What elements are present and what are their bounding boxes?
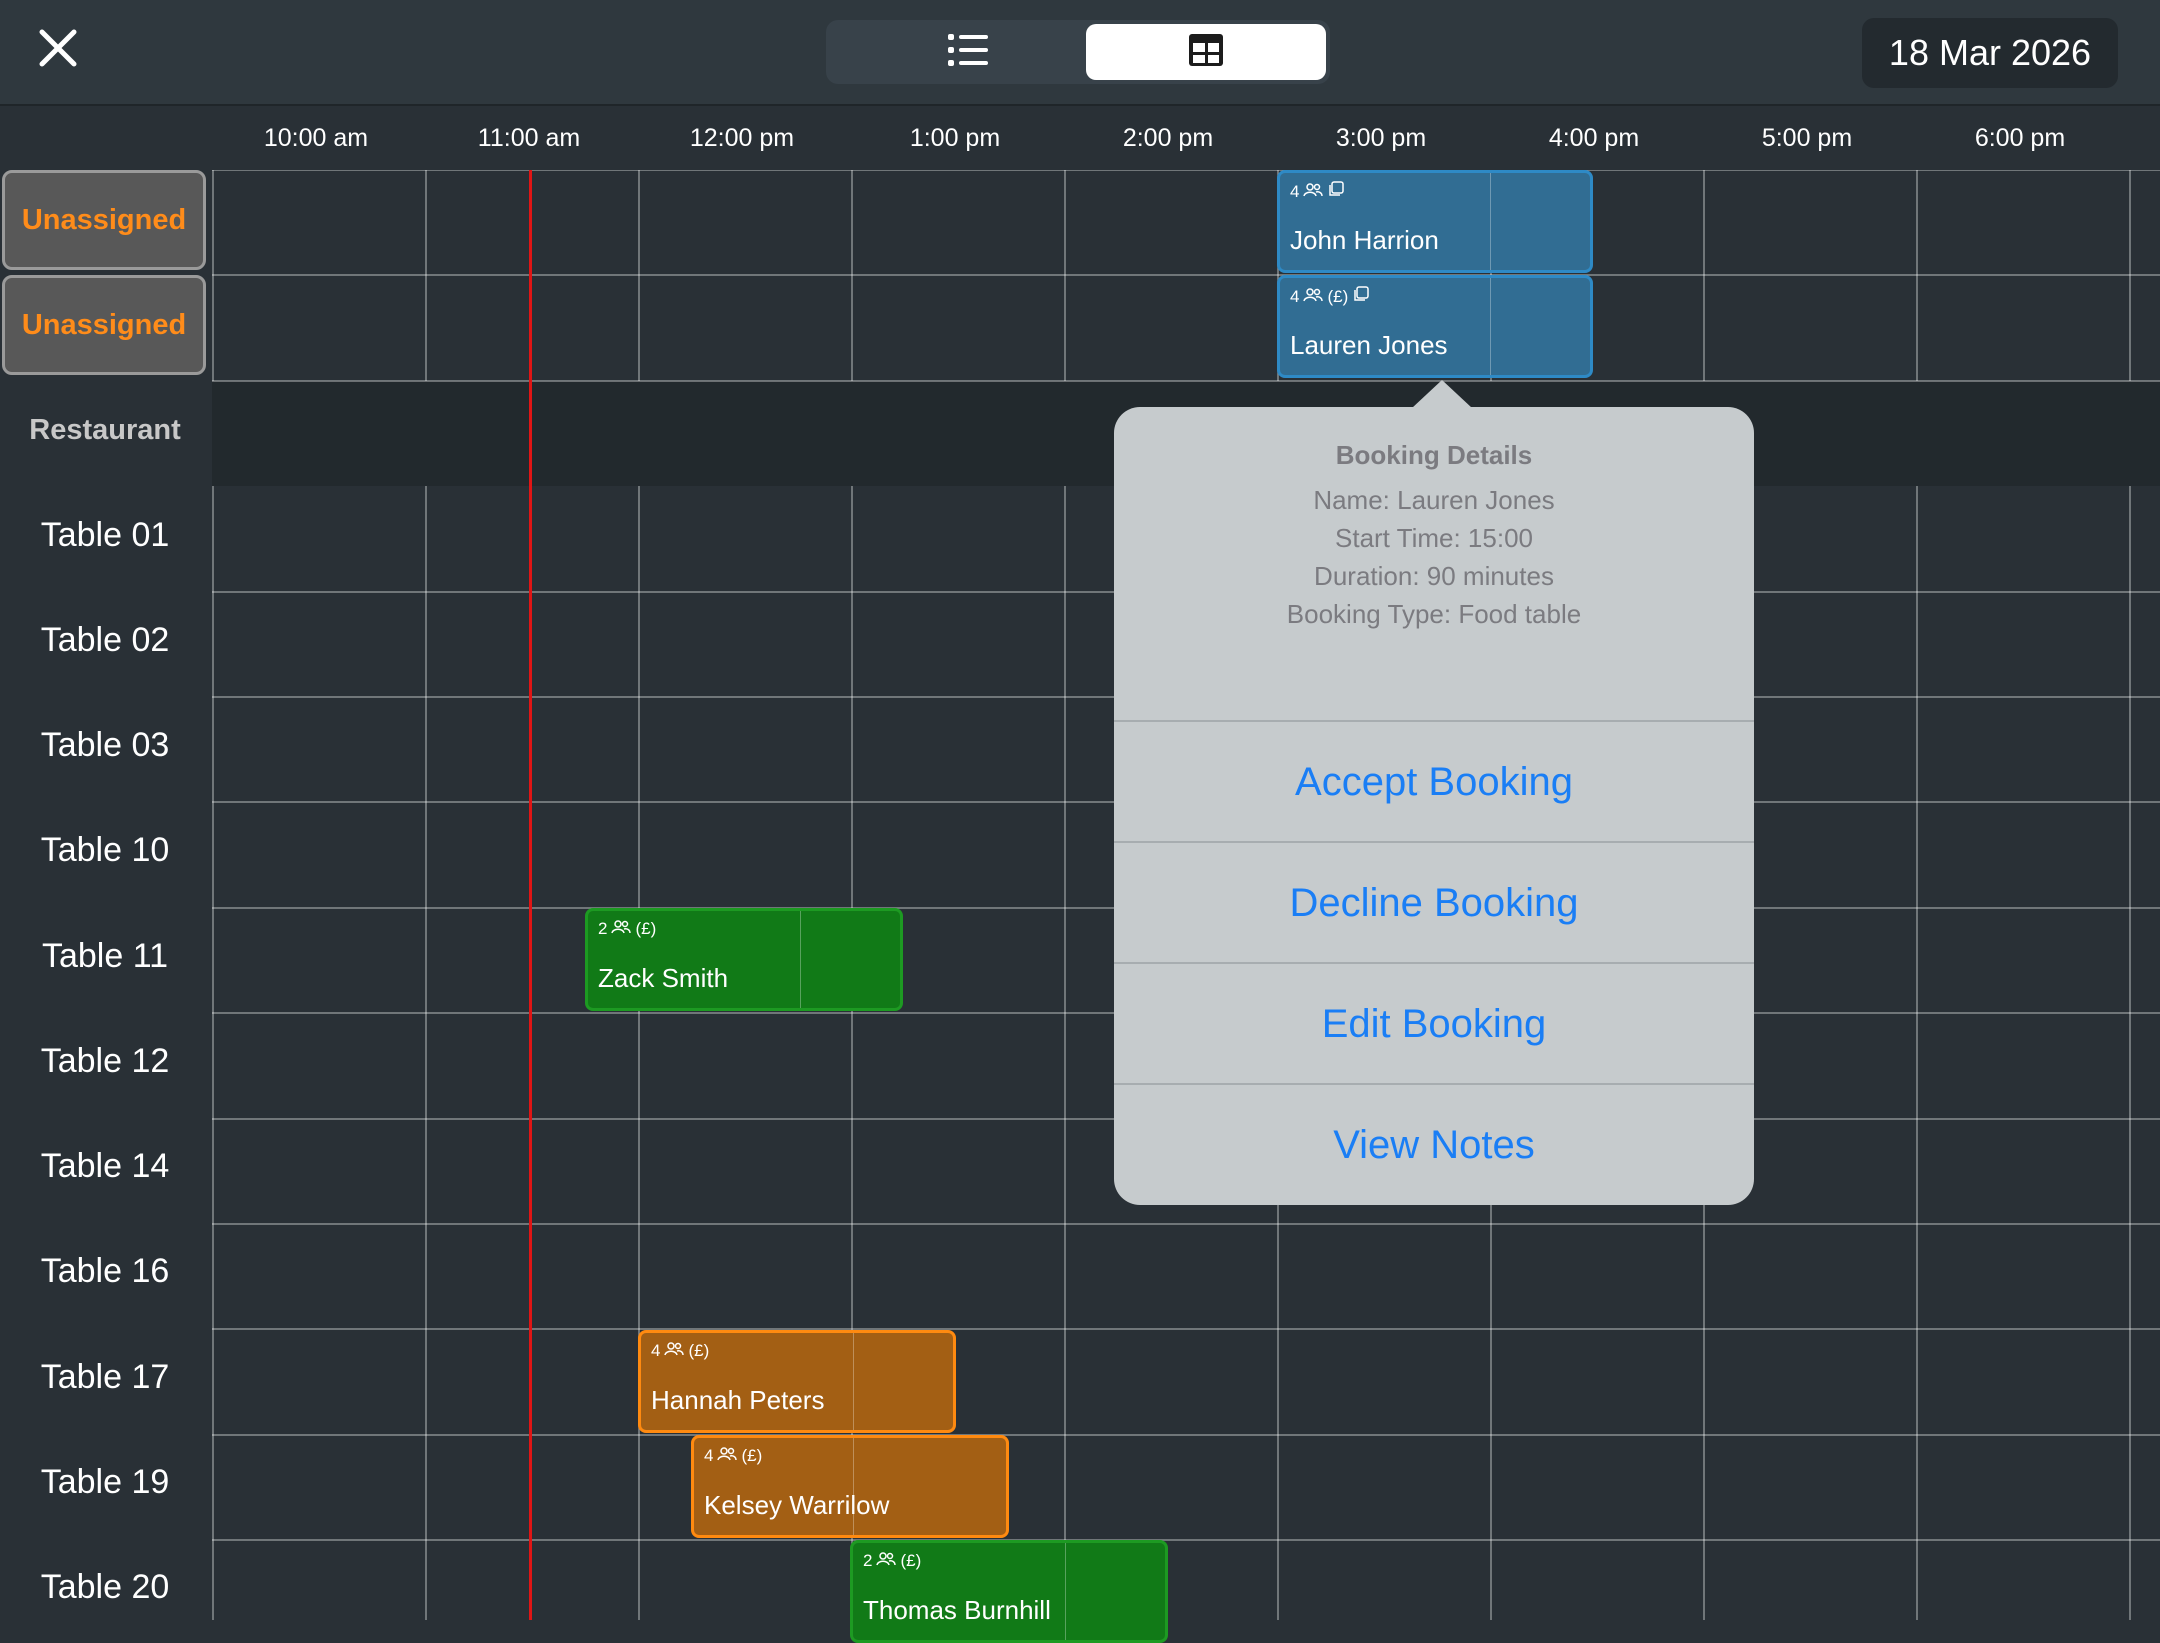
table-label: Table 01	[40, 516, 170, 554]
table-label: Table 02	[40, 621, 170, 659]
table-label: Table 20	[40, 1568, 170, 1606]
unassigned-row-button[interactable]: Unassigned	[2, 275, 206, 375]
booking-meta: 4 (£)	[651, 1341, 709, 1361]
party-size: 2	[863, 1551, 873, 1570]
guests-icon	[1303, 287, 1324, 307]
top-bar: 18 Mar 2026	[0, 0, 2160, 106]
table-label: Table 17	[40, 1358, 170, 1396]
time-label: 5:00 pm	[1761, 124, 1853, 152]
close-icon[interactable]	[32, 22, 84, 74]
guests-icon	[611, 919, 632, 939]
party-size: 4	[1290, 286, 1300, 306]
booking-name-detail: Name: Lauren Jones	[1313, 485, 1555, 515]
booking-block[interactable]: 2 (£) Zack Smith	[585, 908, 903, 1011]
booking-details-popover: Booking Details Name: Lauren Jones Start…	[1114, 407, 1754, 1205]
view-toggle	[826, 20, 1330, 84]
time-label: 1:00 pm	[909, 124, 1001, 152]
time-header: 10:00 am 11:00 am 12:00 pm 1:00 pm 2:00 …	[0, 106, 2160, 170]
party-size: 4	[1290, 181, 1300, 201]
time-label: 3:00 pm	[1335, 124, 1427, 152]
booking-duration-detail: Duration: 90 minutes	[1314, 561, 1554, 591]
table-label: Table 03	[40, 726, 170, 764]
booking-name: Zack Smith	[598, 963, 729, 993]
booking-block-selected[interactable]: 4 (£) Lauren Jones	[1277, 275, 1593, 378]
deposit-indicator: (£)	[688, 1341, 710, 1360]
grid-view-button[interactable]	[1086, 24, 1326, 80]
booking-meta: 2 (£)	[598, 919, 656, 939]
edit-booking-button[interactable]: Edit Booking	[1114, 962, 1754, 1084]
current-time-indicator	[529, 170, 532, 1620]
party-size: 4	[651, 1341, 661, 1360]
guests-icon	[876, 1551, 897, 1571]
guests-icon	[664, 1341, 685, 1361]
deposit-indicator: (£)	[635, 919, 657, 938]
booking-meta: 4	[1290, 181, 1345, 202]
time-label: 6:00 pm	[1974, 124, 2066, 152]
booking-type-detail: Booking Type: Food table	[1286, 599, 1582, 629]
guests-icon	[1303, 182, 1324, 202]
table-label: Table 10	[40, 831, 170, 869]
booking-name: John Harrion	[1290, 225, 1439, 255]
section-label-restaurant: Restaurant	[29, 414, 181, 446]
booking-name: Lauren Jones	[1290, 330, 1448, 360]
booking-block[interactable]: 4 (£) Kelsey Warrilow	[691, 1435, 1009, 1538]
booking-name: Thomas Burnhill	[863, 1595, 1051, 1625]
booking-block[interactable]: 2 (£) Thomas Burnhill	[850, 1540, 1168, 1643]
booking-meta: 2 (£)	[863, 1551, 921, 1571]
deposit-indicator: (£)	[1327, 286, 1349, 306]
party-size: 2	[598, 919, 608, 938]
decline-booking-button[interactable]: Decline Booking	[1114, 841, 1754, 963]
popover-title: Booking Details	[1335, 440, 1533, 470]
unassigned-row-button[interactable]: Unassigned	[2, 170, 206, 270]
booking-start-detail: Start Time: 15:00	[1335, 523, 1533, 553]
list-view-button[interactable]	[848, 24, 1088, 80]
view-notes-button[interactable]: View Notes	[1114, 1083, 1754, 1205]
booking-meta: 4 (£)	[1290, 286, 1370, 307]
list-icon	[946, 30, 990, 75]
time-label: 4:00 pm	[1548, 124, 1640, 152]
time-label: 2:00 pm	[1122, 124, 1214, 152]
guests-icon	[717, 1446, 738, 1466]
notes-icon	[1352, 286, 1370, 307]
table-label: Table 19	[40, 1463, 170, 1501]
table-label: Table 14	[40, 1147, 170, 1185]
accept-booking-button[interactable]: Accept Booking	[1114, 720, 1754, 842]
grid-table-icon	[1187, 32, 1225, 73]
booking-name: Kelsey Warrilow	[704, 1490, 890, 1520]
party-size: 4	[704, 1446, 714, 1465]
table-label: Table 16	[40, 1252, 170, 1290]
date-selector[interactable]: 18 Mar 2026	[1862, 18, 2118, 88]
deposit-indicator: (£)	[741, 1446, 763, 1465]
booking-name: Hannah Peters	[651, 1385, 825, 1415]
booking-block[interactable]: 4 John Harrion	[1277, 170, 1593, 273]
time-label: 11:00 am	[477, 124, 581, 152]
table-label: Table 11	[41, 937, 169, 975]
deposit-indicator: (£)	[900, 1551, 922, 1570]
popover-arrow	[1412, 380, 1472, 408]
notes-icon	[1327, 181, 1345, 202]
table-label: Table 12	[40, 1042, 170, 1080]
time-label: 10:00 am	[263, 124, 369, 152]
booking-block[interactable]: 4 (£) Hannah Peters	[638, 1330, 956, 1433]
row-labels: Unassigned Unassigned Restaurant Table 0…	[0, 170, 212, 1620]
booking-meta: 4 (£)	[704, 1446, 762, 1466]
time-label: 12:00 pm	[689, 124, 795, 152]
